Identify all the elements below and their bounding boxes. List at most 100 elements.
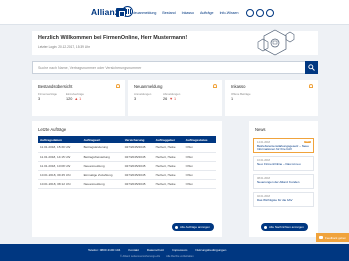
cell: 11.01.2018, 15:30 Uhr bbox=[38, 143, 82, 153]
news-title: News bbox=[255, 127, 266, 132]
status-cell: Offen bbox=[183, 152, 216, 162]
status-cell: Offen bbox=[183, 170, 216, 180]
registration-card[interactable]: Neuanmeldung Anmeldungen 3 Abmeldungen 2… bbox=[128, 80, 222, 116]
copyright-text: © Allianz Lebensversicherungs-AG bbox=[120, 255, 161, 258]
feedback-label: Feedback geben bbox=[325, 235, 346, 240]
cell: 027/2045/2045 bbox=[122, 161, 154, 171]
column-header[interactable]: Versicherung bbox=[122, 136, 154, 143]
welcome-title: Herzlich Willkommen bei FirmenOnline, He… bbox=[38, 35, 188, 41]
cell: Neuanmeldung bbox=[81, 179, 123, 189]
nav-icon-group bbox=[245, 8, 274, 17]
stat-label: Offene Beiträge bbox=[231, 92, 251, 96]
top-header: Allianz Neuanmeldung Bestand Inkasso Auf… bbox=[0, 0, 349, 25]
hexagon-illustration-icon bbox=[257, 29, 295, 56]
cell: Herbert, Heike bbox=[153, 152, 184, 162]
cell: Herbert, Heike bbox=[153, 161, 184, 171]
collection-card[interactable]: Inkasso Offene Beiträge 1 bbox=[225, 80, 318, 116]
user-icon[interactable] bbox=[245, 8, 254, 17]
card-title: Inkasso bbox=[231, 84, 246, 89]
footer-links: Telefon: 0800 4100 104 Kontakt Datenschu… bbox=[88, 248, 226, 252]
status-cell: Offen bbox=[183, 161, 216, 171]
help-icon[interactable] bbox=[255, 8, 264, 17]
search-bar: Suche nach Name, Vertragsnummer oder Ver… bbox=[32, 61, 318, 74]
table-row[interactable]: 11.01.2018, 14:15 Uhr Beitragsfreistellu… bbox=[38, 152, 216, 162]
footer-legal: © Allianz Lebensversicherungs-AG Alle Re… bbox=[120, 255, 194, 258]
cell: 11.01.2018, 10:08 Uhr bbox=[38, 161, 82, 171]
column-header[interactable]: Auftragsdatum bbox=[38, 136, 82, 143]
cell: Einmalige Zuzahlung bbox=[81, 170, 123, 180]
news-item[interactable]: 08.01.2018 Neuerungen der Allianz Kunden bbox=[253, 174, 314, 189]
bell-icon[interactable] bbox=[116, 84, 120, 88]
column-header[interactable]: Auftragsart bbox=[81, 136, 123, 143]
footer-phone-link[interactable]: Telefon: 0800 4100 104 bbox=[88, 248, 120, 252]
nav-item[interactable]: Inkasso bbox=[182, 11, 194, 15]
table-row[interactable]: 10.01.2018, 08:12 Uhr Neuanmeldung 027/2… bbox=[38, 179, 216, 189]
stat-delta: ▼ 1 bbox=[169, 97, 177, 101]
footer: Telefon: 0800 4100 104 Kontakt Datenschu… bbox=[0, 244, 349, 261]
table-row[interactable]: 10.01.2018, 09:45 Uhr Einmalige Zuzahlun… bbox=[38, 170, 216, 180]
bell-icon[interactable] bbox=[213, 84, 217, 88]
rights-text: Alle Rechte vorbehalten bbox=[166, 255, 194, 258]
news-item[interactable]: 10.01.2018 Neu: FirmenOnline – Das ist n… bbox=[253, 156, 314, 171]
footer-link[interactable]: Datenschutz bbox=[147, 248, 164, 252]
nav-item[interactable]: Neuanmeldung bbox=[132, 11, 156, 15]
cell: Neuanmeldung bbox=[81, 161, 123, 171]
table-header-row: Auftragsdatum Auftragsart Versicherung A… bbox=[38, 136, 216, 143]
search-button[interactable] bbox=[305, 61, 318, 74]
stat: Abmeldungen 26 ▼ 1 bbox=[163, 92, 180, 101]
stat-label: Anmeldungen bbox=[134, 92, 152, 96]
stat-value: 3 bbox=[38, 97, 57, 101]
footer-link[interactable]: Nutzungsbedingungen bbox=[195, 248, 226, 252]
footer-link[interactable]: Kontakt bbox=[128, 248, 139, 252]
status-cell: Offen bbox=[183, 179, 216, 189]
news-item[interactable]: 14.01.2018 Neu Betriebsrentenstärkungsge… bbox=[253, 138, 314, 153]
nav-item[interactable]: Aufträge bbox=[200, 11, 214, 15]
news-panel: News 14.01.2018 Neu Betriebsrentenstärku… bbox=[249, 121, 318, 237]
settings-icon[interactable] bbox=[265, 8, 274, 17]
recent-orders-panel: Letzte Aufträge Auftragsdatum Auftragsar… bbox=[32, 121, 222, 237]
search-input[interactable]: Suche nach Name, Vertragsnummer oder Ver… bbox=[38, 66, 141, 70]
bell-icon[interactable] bbox=[309, 84, 313, 88]
stat-label: Abmeldungen bbox=[163, 92, 181, 96]
stat-label: Einzelverträge bbox=[66, 92, 84, 96]
stat: Firmenverträge 3 bbox=[38, 92, 57, 101]
table-row[interactable]: 11.01.2018, 15:30 Uhr Beitragsänderung 0… bbox=[38, 143, 216, 153]
cell: Herbert, Heike bbox=[153, 170, 184, 180]
orders-title: Letzte Aufträge bbox=[38, 127, 67, 132]
home-icon[interactable] bbox=[116, 8, 126, 17]
stat: Anmeldungen 3 bbox=[134, 92, 151, 101]
stat-number: 3 bbox=[38, 97, 41, 101]
stat-label: Firmenverträge bbox=[38, 92, 57, 96]
new-badge: Neu bbox=[303, 140, 311, 143]
stat-value: 3 bbox=[134, 97, 151, 101]
nav-item[interactable]: Bestand bbox=[162, 11, 175, 15]
news-item[interactable]: 02.01.2018 Das Wichtigste für die bAV bbox=[253, 192, 314, 207]
cell: Beitragsänderung bbox=[81, 143, 123, 153]
all-orders-button[interactable]: Alle Aufträge anzeigen bbox=[172, 223, 215, 231]
stock-overview-card[interactable]: Bestandsübersicht Firmenverträge 3 Einze… bbox=[32, 80, 125, 116]
cell: 10.01.2018, 08:12 Uhr bbox=[38, 179, 82, 189]
status-cell: Offen bbox=[183, 143, 216, 153]
column-header[interactable]: Auftraggeber bbox=[153, 136, 184, 143]
card-title: Bestandsübersicht bbox=[38, 84, 73, 89]
all-news-button[interactable]: Alle Nachrichten anzeigen bbox=[261, 223, 308, 231]
stat-number: 3 bbox=[134, 97, 137, 101]
table-row[interactable]: 11.01.2018, 10:08 Uhr Neuanmeldung 027/2… bbox=[38, 161, 216, 171]
footer-link[interactable]: Impressum bbox=[172, 248, 187, 252]
cell: Beitragsfreistellung bbox=[81, 152, 123, 162]
stat: Einzelverträge 120 ▲ 1 bbox=[66, 92, 84, 101]
stat-number: 120 bbox=[66, 97, 73, 101]
news-headline: Betriebsrentenstärkungsgesetz – Neue Inf… bbox=[257, 144, 309, 152]
cell: Herbert, Heike bbox=[153, 143, 184, 153]
last-login-text: Letzter Login: 20.12.2017, 15:39 Uhr bbox=[38, 45, 90, 49]
stat-number: 1 bbox=[231, 97, 234, 101]
column-header[interactable]: Auftragsstatus bbox=[183, 136, 216, 143]
cell: 027/2045/2045 bbox=[122, 170, 154, 180]
feedback-button[interactable]: Feedback geben bbox=[316, 233, 349, 242]
news-headline: Neuerungen der Allianz Kunden bbox=[257, 180, 300, 184]
logo-text: Allianz bbox=[91, 6, 120, 17]
nav-item[interactable]: Info-Wissen bbox=[220, 11, 239, 15]
stat-value: 26 ▼ 1 bbox=[163, 97, 180, 101]
cell: 027/2045/2045 bbox=[122, 152, 154, 162]
stat-number: 26 bbox=[163, 97, 168, 101]
